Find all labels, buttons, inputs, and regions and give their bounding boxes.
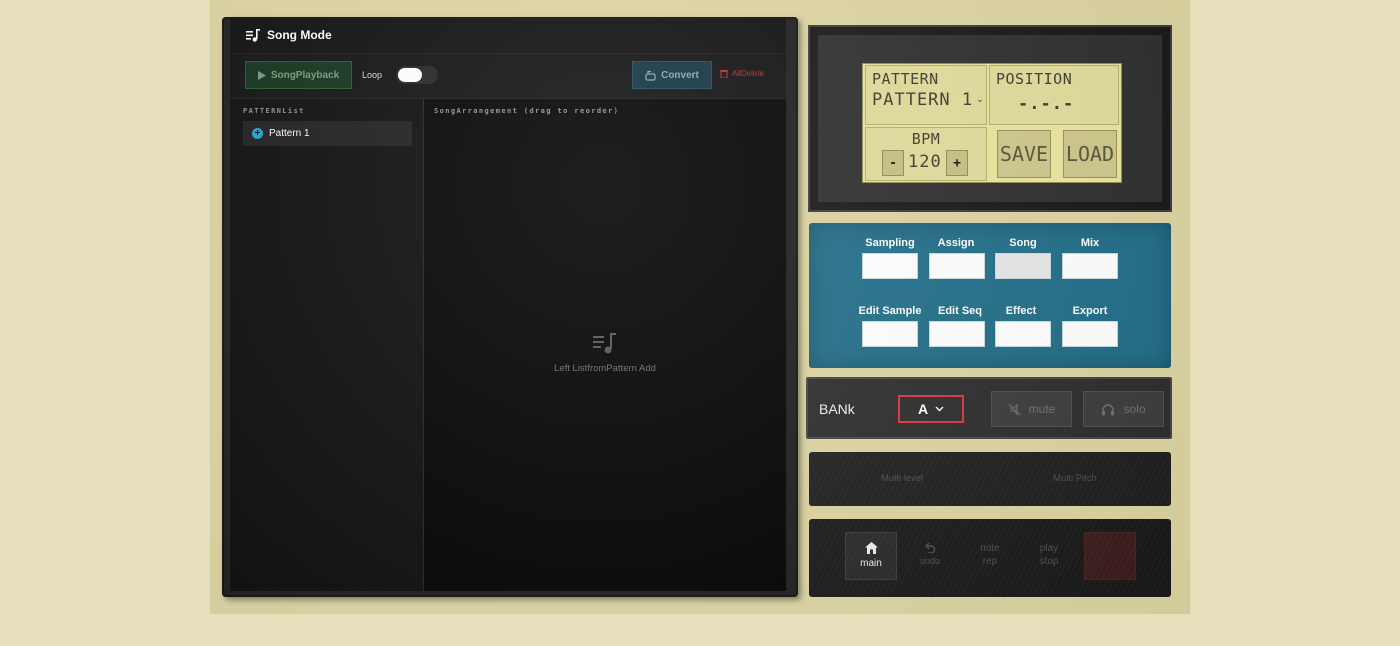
lcd-frame: PATTERN PATTERN 1 ⌄ POSITION -.-.- BPM -…: [808, 25, 1172, 212]
record-button[interactable]: [1084, 532, 1136, 580]
mute-button[interactable]: mute: [991, 391, 1072, 427]
load-button[interactable]: LOAD: [1063, 130, 1117, 178]
mute-icon: [1008, 403, 1021, 415]
mode-label-mix: Mix: [1080, 237, 1100, 249]
mode-button-export[interactable]: [1062, 321, 1118, 347]
song-mode-panel: Song Mode SongPlayback Loop Convert AllD…: [222, 17, 798, 597]
note-rep-button[interactable]: note rep: [965, 532, 1015, 578]
solo-button[interactable]: solo: [1083, 391, 1164, 427]
chevron-down-icon: ⌄: [976, 95, 984, 105]
play-icon: [257, 70, 266, 80]
music-list-icon: [246, 28, 260, 42]
bpm-value: 120: [908, 152, 942, 172]
mute-label: mute: [1028, 402, 1056, 416]
mode-label-assign: Assign: [937, 237, 975, 249]
mode-button-effect[interactable]: [995, 321, 1051, 347]
transport-panel: main undo note rep play stop: [809, 519, 1171, 597]
bank-panel: BANk A mute solo: [806, 377, 1172, 439]
bank-select[interactable]: A: [898, 395, 964, 423]
pattern-name: Pattern 1: [269, 128, 310, 139]
position-title: POSITION: [996, 70, 1073, 88]
all-delete-button[interactable]: AllDelete: [720, 69, 764, 78]
song-mode-header: Song Mode: [230, 17, 786, 54]
home-icon: [864, 542, 878, 554]
trash-icon: [720, 70, 728, 78]
play-stop-line2: stop: [1039, 556, 1059, 567]
add-circle-icon[interactable]: +: [252, 128, 263, 139]
bank-select-value: A: [917, 401, 929, 417]
mode-button-edit-seq[interactable]: [929, 321, 985, 347]
mode-select-panel: Sampling Assign Song Mix Edit Sample Edi…: [809, 223, 1171, 368]
pattern-list-label: PATTERNList: [243, 107, 305, 115]
convert-button[interactable]: Convert: [632, 61, 712, 89]
save-button[interactable]: SAVE: [997, 130, 1051, 178]
mode-label-song: Song: [1009, 237, 1037, 249]
lcd-display: PATTERN PATTERN 1 ⌄ POSITION -.-.- BPM -…: [862, 63, 1122, 183]
bpm-cell: BPM - 120 +: [865, 127, 987, 181]
loop-label: Loop: [362, 70, 383, 80]
mode-button-sampling[interactable]: [862, 253, 918, 279]
play-stop-button[interactable]: play stop: [1024, 532, 1074, 578]
play-stop-line1: play: [1039, 543, 1059, 554]
multi-panel: Multi level Multi Pitch: [809, 452, 1171, 506]
mode-button-song[interactable]: [995, 253, 1051, 279]
arrangement-label: SongArrangement (drag to reorder): [434, 107, 620, 115]
mode-button-mix[interactable]: [1062, 253, 1118, 279]
multi-level-button[interactable]: Multi level: [881, 473, 923, 484]
convert-label: Convert: [661, 69, 699, 81]
multi-pitch-button[interactable]: Multi Pitch: [1053, 473, 1097, 484]
sampler-device: Song Mode SongPlayback Loop Convert AllD…: [210, 0, 1190, 614]
loop-toggle-knob: [398, 68, 422, 82]
mode-label-effect: Effect: [1005, 305, 1037, 317]
empty-state-text: Left ListfromPattern Add: [554, 363, 656, 374]
mode-label-edit-seq: Edit Seq: [937, 305, 982, 317]
panel-texture: [809, 452, 1171, 506]
bpm-decrease-button[interactable]: -: [882, 150, 904, 176]
song-playback-label: SongPlayback: [270, 69, 340, 81]
pattern-title: PATTERN: [872, 70, 939, 88]
position-value: -.-.-: [1018, 94, 1075, 114]
note-rep-line1: note: [980, 543, 1000, 554]
mode-label-sampling: Sampling: [865, 237, 915, 249]
bpm-title: BPM: [911, 130, 941, 148]
headphones-icon: [1102, 403, 1115, 415]
pattern-list: PATTERNList + Pattern 1: [230, 99, 424, 591]
arrangement-empty-state: Left ListfromPattern Add: [424, 333, 786, 374]
main-button[interactable]: main: [845, 532, 897, 580]
undo-button[interactable]: undo: [905, 532, 955, 578]
all-delete-label: AllDelete: [732, 69, 765, 78]
song-mode-title: Song Mode: [267, 28, 332, 42]
mode-button-assign[interactable]: [929, 253, 985, 279]
bank-label: BANk: [819, 401, 855, 417]
main-label: main: [860, 558, 882, 569]
pattern-list-item[interactable]: + Pattern 1: [243, 121, 412, 146]
song-toolbar: SongPlayback Loop Convert AllDelete: [230, 54, 786, 99]
note-rep-line2: rep: [982, 556, 998, 567]
pattern-select-value: PATTERN 1: [872, 90, 974, 110]
mode-button-edit-sample[interactable]: [862, 321, 918, 347]
mode-label-edit-sample: Edit Sample: [858, 305, 922, 317]
convert-icon: [645, 70, 656, 81]
undo-label: undo: [919, 556, 941, 566]
mode-label-export: Export: [1072, 305, 1108, 317]
song-playback-button[interactable]: SongPlayback: [245, 61, 352, 89]
pattern-cell[interactable]: PATTERN PATTERN 1 ⌄: [865, 65, 987, 125]
chevron-down-icon: [935, 406, 944, 412]
music-list-icon: [593, 333, 616, 354]
position-cell: POSITION -.-.-: [989, 65, 1119, 125]
song-arrangement-area[interactable]: SongArrangement (drag to reorder) Left L…: [424, 99, 786, 591]
undo-icon: [925, 542, 936, 553]
bpm-increase-button[interactable]: +: [946, 150, 968, 176]
solo-label: solo: [1123, 402, 1146, 416]
loop-toggle[interactable]: [396, 66, 438, 84]
